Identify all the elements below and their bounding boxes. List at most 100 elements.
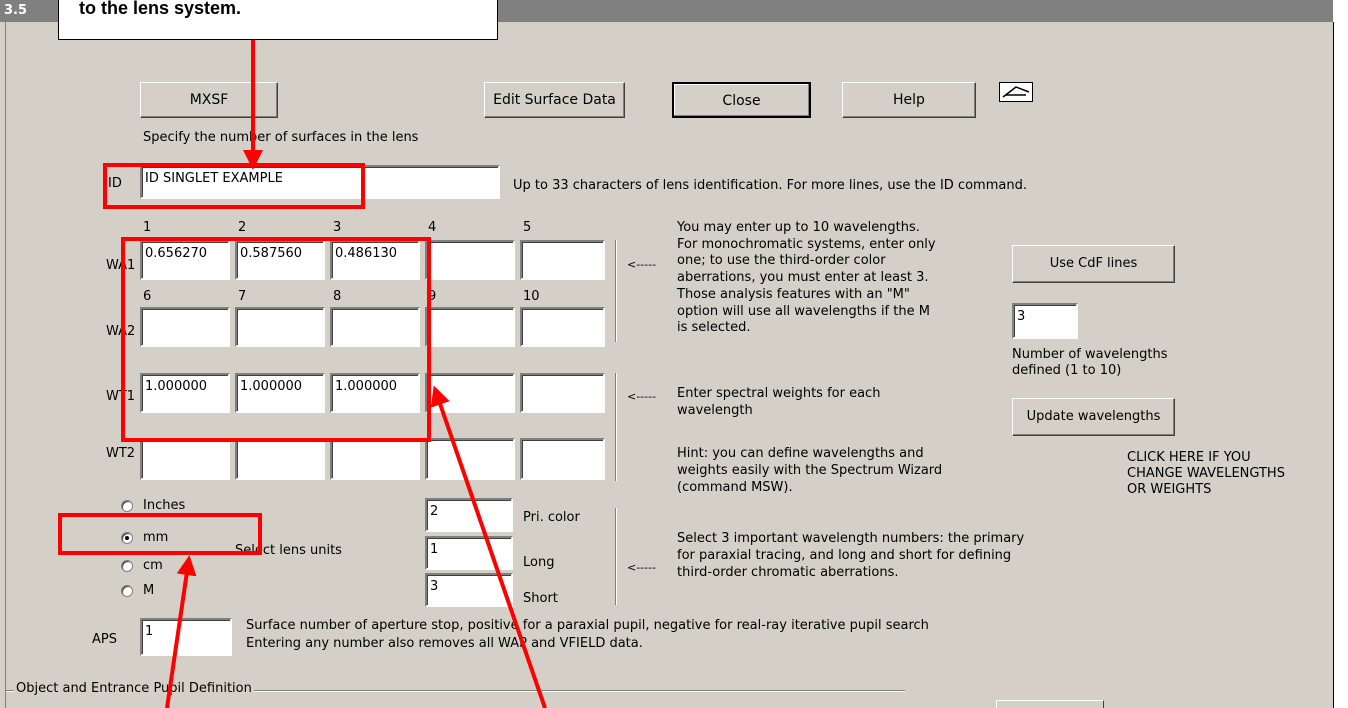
number-of-wavelengths-label-line: Number of wavelengths [1012,347,1168,362]
aps-hint-line: Entering any number also removes all WAP… [246,636,643,651]
wavelength-info-line: option will use all wavelengths if the M [677,303,930,319]
hint-info-line: weights easily with the Spectrum Wizard [677,463,943,478]
wt2-field-2[interactable] [235,438,325,480]
wt2-label: WT2 [106,446,136,461]
col-header-1: 1 [143,220,152,235]
click-here-note: CLICK HERE IF YOU CHANGE WAVELENGTHS OR … [1127,450,1285,498]
wavelength-info-line: You may enter up to 10 wavelengths. [677,220,920,235]
edit-surface-data-button[interactable]: Edit Surface Data [484,82,625,118]
col-header-6: 6 [143,289,152,304]
select-info: Select 3 important wavelength numbers: t… [677,530,1024,581]
select-separator [615,508,617,605]
use-cdf-lines-button[interactable]: Use CdF lines [1012,245,1175,283]
units-label-cm: cm [143,558,163,573]
units-radio-inches[interactable] [121,500,133,512]
select-info-line: for paraxial tracing, and long and short… [677,548,1012,563]
col-header-4: 4 [428,220,437,235]
wt1-field-3[interactable]: 1.000000 [330,373,420,413]
aps-label: APS [92,632,117,647]
weights-info-line: Enter spectral weights for each [677,386,881,401]
number-of-wavelengths-label-line: defined (1 to 10) [1012,363,1122,378]
wa1-field-5[interactable] [520,240,605,280]
wa2-label: WA2 [106,324,136,339]
wa2-field-2[interactable] [235,307,325,347]
wa1-field-1[interactable]: 0.656270 [140,240,230,280]
id-field[interactable]: ID SINGLET EXAMPLE [140,165,500,199]
wa2-field-5[interactable] [520,307,605,347]
select-info-line: Select 3 important wavelength numbers: t… [677,531,1025,546]
aps-field[interactable]: 1 [140,618,232,656]
id-hint: Up to 33 characters of lens identificati… [513,178,1027,193]
wt-arrow: <----- [627,390,657,403]
wt2-field-4[interactable] [425,438,515,480]
wa1-field-2[interactable]: 0.587560 [235,240,325,280]
weights-info: Enter spectral weights for each waveleng… [677,385,880,419]
select-info-line: third-order chromatic aberrations. [677,565,899,580]
window-title: 3.5 [4,3,28,18]
units-radio-m[interactable] [121,585,133,597]
wavelength-info: You may enter up to 10 wavelengths. For … [677,220,936,337]
wa1-label: WA1 [106,258,136,273]
wt1-field-4[interactable] [425,373,515,413]
wa1-field-3[interactable]: 0.486130 [330,240,420,280]
click-here-note-line: OR WEIGHTS [1127,482,1212,497]
col-header-5: 5 [523,220,532,235]
lens-icon[interactable] [999,82,1033,102]
mxsf-hint: Specify the number of surfaces in the le… [143,130,419,145]
units-radio-cm[interactable] [121,560,133,572]
wt1-field-2[interactable]: 1.000000 [235,373,325,413]
wa-separator [615,240,617,342]
col-header-8: 8 [333,289,342,304]
id-label: ID [108,176,122,191]
annotation-callout: to the lens system. [58,0,498,40]
wt1-field-5[interactable] [520,373,605,413]
units-radio-mm[interactable] [121,532,133,544]
aps-hint: Surface number of aperture stop, positiv… [246,617,929,653]
wa2-field-3[interactable] [330,307,420,347]
hint-info-line: Hint: you can define wavelengths and [677,446,924,461]
short-field[interactable]: 3 [425,573,513,607]
wavelength-info-line: one; to use the third-order color [677,253,886,269]
select-arrow: <----- [627,561,657,574]
help-button[interactable]: Help [842,82,976,118]
partial-button[interactable] [996,700,1104,708]
wa-arrow: <----- [627,258,657,271]
object-entrance-pupil-group-label: Object and Entrance Pupil Definition [14,681,254,696]
short-label: Short [523,591,558,606]
window-left-edge [0,22,6,708]
wt2-field-5[interactable] [520,438,605,480]
wavelength-info-line: For monochromatic systems, enter only [677,236,936,252]
wavelength-info-line: aberrations, you must enter at least 3. [677,270,929,286]
wt1-label: WT1 [106,389,136,404]
hint-info: Hint: you can define wavelengths and wei… [677,445,942,496]
annotation-callout-text: to the lens system. [79,0,242,18]
pri-color-field[interactable]: 2 [425,498,513,532]
long-field[interactable]: 1 [425,536,513,570]
wt-separator [615,373,617,481]
pri-color-label: Pri. color [523,510,580,525]
close-button[interactable]: Close [672,82,811,118]
aps-hint-line: Surface number of aperture stop, positiv… [246,618,929,633]
wa2-field-4[interactable] [425,307,515,347]
weights-info-line: wavelength [677,403,753,418]
select-lens-units-label: Select lens units [235,543,342,558]
hint-info-line: (command MSW). [677,480,793,495]
wa2-field-1[interactable] [140,307,230,347]
wavelength-info-line: is selected. [677,320,751,336]
wt1-field-1[interactable]: 1.000000 [140,373,230,413]
col-header-2: 2 [238,220,247,235]
window-right-edge [1333,0,1348,708]
units-label-mm: mm [143,530,169,545]
click-here-note-line: CLICK HERE IF YOU [1127,450,1251,465]
units-label-m: M [143,583,155,598]
group-box-left-border [5,690,6,708]
col-header-9: 9 [428,289,437,304]
wa1-field-4[interactable] [425,240,515,280]
wt2-field-3[interactable] [330,438,420,480]
update-wavelengths-button[interactable]: Update wavelengths [1012,398,1175,436]
mxsf-button[interactable]: MXSF [140,82,278,118]
number-of-wavelengths-field[interactable]: 3 [1012,303,1078,339]
units-label-inches: Inches [143,498,186,513]
number-of-wavelengths-label: Number of wavelengths defined (1 to 10) [1012,347,1168,379]
wt2-field-1[interactable] [140,438,230,480]
